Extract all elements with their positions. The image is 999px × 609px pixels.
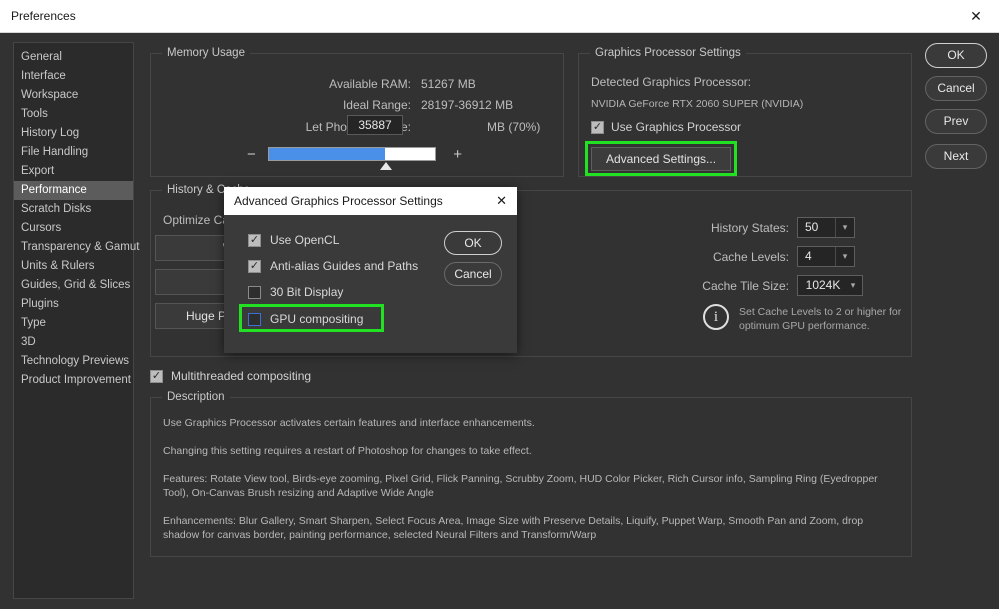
description-paragraph: Changing this setting requires a restart… (163, 444, 897, 458)
prev-button[interactable]: Prev (925, 109, 987, 134)
sidebar-item-3d[interactable]: 3D (14, 333, 133, 352)
graphics-processor-group: Graphics Processor Settings Detected Gra… (578, 53, 912, 177)
description-text: Use Graphics Processor activates certain… (163, 416, 897, 556)
sidebar-item-history-log[interactable]: History Log (14, 124, 133, 143)
sidebar-item-workspace[interactable]: Workspace (14, 86, 133, 105)
modal-cancel-button[interactable]: Cancel (444, 262, 502, 286)
sidebar-item-technology-previews[interactable]: Technology Previews (14, 352, 133, 371)
sidebar-item-cursors[interactable]: Cursors (14, 219, 133, 238)
gpu-compositing-checkbox[interactable]: GPU compositing (248, 312, 363, 326)
history-states-select[interactable]: 50 ▾ (797, 217, 855, 238)
modal-ok-button[interactable]: OK (444, 231, 502, 255)
detected-gpu-label: Detected Graphics Processor: (591, 75, 751, 89)
use-opencl-checkbox[interactable]: ✓ Use OpenCL (248, 233, 339, 247)
preferences-window: Preferences ✕ GeneralInterfaceWorkspaceT… (0, 0, 999, 609)
memory-slider[interactable]: − + (247, 147, 462, 173)
memory-usage-group: Memory Usage Available RAM: 51267 MB Ide… (150, 53, 564, 177)
minus-icon[interactable]: − (247, 148, 256, 162)
next-button[interactable]: Next (925, 144, 987, 169)
cache-info-note: i Set Cache Levels to 2 or higher for op… (703, 304, 911, 333)
graphics-processor-title: Graphics Processor Settings (590, 47, 746, 59)
ok-button[interactable]: OK (925, 43, 987, 68)
sidebar-item-transparency-gamut[interactable]: Transparency & Gamut (14, 238, 133, 257)
sidebar-item-guides-grid-slices[interactable]: Guides, Grid & Slices (14, 276, 133, 295)
window-titlebar: Preferences ✕ (0, 0, 999, 33)
sidebar-item-general[interactable]: General (14, 48, 133, 67)
30-bit-display-checkbox[interactable]: 30 Bit Display (248, 285, 343, 299)
cache-levels-label: Cache Levels: (679, 250, 789, 264)
history-states-label: History States: (679, 221, 789, 235)
multithreaded-compositing-checkbox[interactable]: ✓ Multithreaded compositing (150, 369, 311, 383)
memory-slider-track[interactable] (268, 147, 436, 161)
sidebar-item-plugins[interactable]: Plugins (14, 295, 133, 314)
checkbox-check-icon: ✓ (248, 234, 261, 247)
cache-levels-value: 4 (805, 249, 812, 263)
checkbox-check-icon: ✓ (248, 260, 261, 273)
modal-title: Advanced Graphics Processor Settings (234, 194, 443, 208)
available-ram-label: Available RAM: (261, 77, 411, 91)
anti-alias-guides-checkbox[interactable]: ✓ Anti-alias Guides and Paths (248, 259, 418, 273)
sidebar-item-tools[interactable]: Tools (14, 105, 133, 124)
sidebar-item-scratch-disks[interactable]: Scratch Disks (14, 200, 133, 219)
cancel-button[interactable]: Cancel (925, 76, 987, 101)
description-title: Description (162, 391, 230, 403)
checkbox-empty-icon (248, 313, 261, 326)
let-photoshop-use-input[interactable] (347, 115, 403, 135)
use-graphics-processor-label: Use Graphics Processor (611, 120, 741, 134)
description-paragraph: Enhancements: Blur Gallery, Smart Sharpe… (163, 514, 897, 542)
checkbox-check-icon: ✓ (591, 121, 604, 134)
use-graphics-processor-checkbox[interactable]: ✓ Use Graphics Processor (591, 120, 741, 134)
cache-tile-size-value: 1024K (806, 278, 841, 292)
checkbox-check-icon: ✓ (150, 370, 163, 383)
sidebar-item-units-rulers[interactable]: Units & Rulers (14, 257, 133, 276)
detected-gpu-value: NVIDIA GeForce RTX 2060 SUPER (NVIDIA) (591, 98, 803, 110)
gpu-compositing-label: GPU compositing (270, 312, 363, 326)
30-bit-display-label: 30 Bit Display (270, 285, 343, 299)
modal-body: ✓ Use OpenCL ✓ Anti-alias Guides and Pat… (224, 215, 517, 353)
plus-icon[interactable]: + (453, 148, 462, 162)
memory-slider-thumb[interactable] (380, 162, 392, 170)
chevron-down-icon[interactable]: ▾ (835, 247, 854, 266)
advanced-graphics-settings-modal: Advanced Graphics Processor Settings ✕ ✓… (224, 187, 517, 353)
memory-slider-fill (269, 148, 385, 160)
ideal-range-value: 28197-36912 MB (421, 98, 513, 112)
modal-titlebar: Advanced Graphics Processor Settings ✕ (224, 187, 517, 215)
ideal-range-label: Ideal Range: (261, 98, 411, 112)
cache-tile-size-row: Cache Tile Size: 1024K ▾ (679, 275, 863, 296)
advanced-settings-button[interactable]: Advanced Settings... (591, 147, 731, 171)
history-states-row: History States: 50 ▾ (679, 217, 855, 238)
use-opencl-label: Use OpenCL (270, 233, 339, 247)
sidebar-item-interface[interactable]: Interface (14, 67, 133, 86)
sidebar-item-product-improvement[interactable]: Product Improvement (14, 371, 133, 390)
cache-levels-select[interactable]: 4 ▾ (797, 246, 855, 267)
cache-levels-row: Cache Levels: 4 ▾ (679, 246, 855, 267)
description-group: Description Use Graphics Processor activ… (150, 397, 912, 557)
available-ram-value: 51267 MB (421, 77, 476, 91)
close-icon[interactable]: ✕ (953, 0, 999, 31)
cache-tile-size-label: Cache Tile Size: (679, 279, 789, 293)
anti-alias-guides-label: Anti-alias Guides and Paths (270, 259, 418, 273)
page-title: Preferences (11, 9, 76, 23)
info-icon: i (703, 304, 729, 330)
description-paragraph: Features: Rotate View tool, Birds-eye zo… (163, 472, 897, 500)
description-paragraph: Use Graphics Processor activates certain… (163, 416, 897, 430)
sidebar-item-file-handling[interactable]: File Handling (14, 143, 133, 162)
memory-unit-suffix: MB (70%) (487, 120, 540, 134)
multithreaded-compositing-label: Multithreaded compositing (171, 369, 311, 383)
sidebar-item-type[interactable]: Type (14, 314, 133, 333)
preferences-category-list[interactable]: GeneralInterfaceWorkspaceToolsHistory Lo… (13, 42, 134, 599)
cache-info-text: Set Cache Levels to 2 or higher for opti… (739, 304, 911, 333)
checkbox-empty-icon (248, 286, 261, 299)
cache-tile-size-select[interactable]: 1024K ▾ (797, 275, 863, 296)
history-states-value: 50 (805, 220, 818, 234)
sidebar-item-export[interactable]: Export (14, 162, 133, 181)
memory-usage-title: Memory Usage (162, 47, 250, 59)
sidebar-item-performance[interactable]: Performance (14, 181, 133, 200)
close-icon[interactable]: ✕ (496, 193, 507, 208)
chevron-down-icon[interactable]: ▾ (835, 218, 854, 237)
chevron-down-icon[interactable]: ▾ (844, 276, 862, 295)
